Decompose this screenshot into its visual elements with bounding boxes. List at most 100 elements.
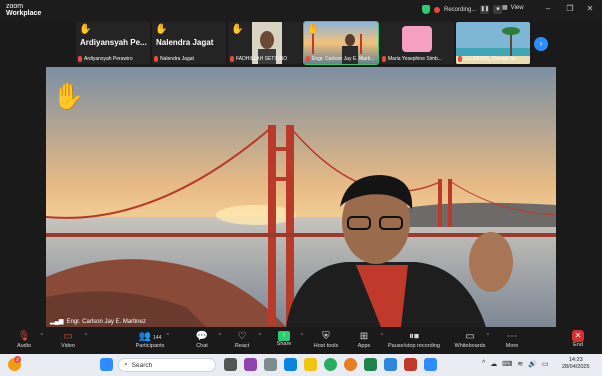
cloud-icon[interactable]: ☁ [490,360,497,368]
video-button[interactable]: ▭ Video ^ [46,330,90,349]
chat-icon: 💬 [195,331,209,342]
chevron-up-icon[interactable]: ^ [41,333,43,339]
participants-icon: 👥 144 [138,331,162,342]
system-tray[interactable]: ^ ☁ ⌨ ≋ 🔊 ▭ [482,360,549,368]
clock-date: 28/04/2025 [562,364,590,370]
react-button[interactable]: ♡ React ^ [220,330,264,349]
excel-icon[interactable] [364,358,377,371]
pause-stop-recording-label: Pause/stop recording [388,343,440,349]
audio-label: Audio [16,343,32,349]
mic-muted-icon [382,56,386,62]
wifi-icon[interactable]: ≋ [517,360,523,368]
record-dot-icon [434,6,440,13]
logo-line1: zoom [6,3,24,10]
participant-thumb-3[interactable]: ✋ FADHILLAH SETIONO [228,22,302,64]
thumb-label: Maria Yosephine Simb... [382,56,442,62]
search-icon: ⌕ [124,361,128,368]
react-label: React [234,343,250,349]
logo-line2: Workplace [6,10,42,17]
participant-thumb-5[interactable]: Maria Yosephine Simb... [380,22,454,64]
whiteboard-icon: ▭ [465,331,475,342]
volume-icon[interactable]: 🔊 [528,360,537,368]
host-tools-label: Host tools [313,343,339,349]
speaker-name: Engr. Carlson Jay E. Martinez [66,318,146,325]
recording-indicator[interactable]: Recording... ❚❚ ■ [422,5,503,14]
recording-label: Recording... [444,6,477,13]
apps-button[interactable]: ⊞ Apps ^ [342,330,386,349]
more-label: More [505,343,519,349]
participants-label: Participants [135,343,165,349]
share-button[interactable]: ↑ Share ^ [262,330,306,347]
chrome-profile-icon[interactable] [344,358,357,371]
settings-app-icon[interactable] [264,358,277,371]
word-icon[interactable] [384,358,397,371]
mic-muted-icon: 🎙 [17,331,31,342]
copilot-icon[interactable] [244,358,257,371]
chevron-up-icon[interactable]: ^ [381,333,383,339]
apps-icon: ⊞ [359,331,369,342]
heart-icon: ♡ [237,331,247,342]
security-shield-icon[interactable] [422,5,430,14]
language-icon[interactable]: ⌨ [502,360,512,368]
thumb-label-text: Engr. Carlson Jay E. Marti... [312,56,375,62]
chat-button[interactable]: 💬 Chat ^ [180,330,224,349]
thumb-big-name: Ardiyansyah Pe... [80,38,147,47]
main-speaker-video: ✋ ▂▄▆ Engr. Carlson Jay E. Martinez [46,67,556,327]
pause-recording-icon[interactable]: ❚❚ [480,5,490,14]
virtual-background [46,67,556,327]
share-label: Share [276,341,292,347]
participants-button[interactable]: 👥 144 Participants ^ [128,330,172,349]
chrome-icon[interactable] [324,358,337,371]
chevron-up-icon[interactable]: ^ [167,333,169,339]
thumb-label-text: 121380055_Diwage Se... [464,56,521,62]
raised-hand-icon: ✋ [155,24,168,35]
view-label: View [510,4,524,11]
pdf-reader-icon[interactable] [404,358,417,371]
file-explorer-icon[interactable] [304,358,317,371]
view-button[interactable]: ▦ View [502,4,524,12]
end-button[interactable]: ✕ End [556,330,600,348]
view-grid-icon: ▦ [502,5,508,11]
windows-start-icon[interactable] [100,358,113,371]
chevron-up-icon[interactable]: ^ [301,333,303,339]
chevron-up-icon[interactable]: ^ [85,333,87,339]
whiteboards-label: Whiteboards [454,343,486,349]
audio-button[interactable]: 🎙 Audio ^ [2,330,46,349]
participant-strip: ✋ Ardiyansyah Pe... Ardiyansyah Perawiro… [76,21,530,66]
task-view-icon[interactable] [224,358,237,371]
speaker-label: ▂▄▆ Engr. Carlson Jay E. Martinez [50,318,146,326]
edge-icon[interactable] [284,358,297,371]
battery-icon[interactable]: ▭ [542,360,549,368]
pause-stop-recording-button[interactable]: ⏸⏹ Pause/stop recording [384,330,444,349]
taskbar-clock[interactable]: 14:23 28/04/2025 [562,357,590,371]
zoom-app-icon[interactable] [424,358,437,371]
more-button[interactable]: ⋯ More [490,330,534,349]
windows-taskbar: 2 ⌕ Search ^ ☁ ⌨ ≋ 🔊 ▭ 14:23 28/04/2025 [0,354,602,376]
clock-time: 14:23 [568,357,583,363]
next-page-arrow-icon[interactable]: › [534,37,548,51]
taskbar-search[interactable]: ⌕ Search [118,358,216,372]
pause-stop-icon: ⏸⏹ [409,331,419,342]
participant-thumb-2[interactable]: ✋ Nalendra Jagat Nalendra Jagat [152,22,226,64]
chevron-up-icon[interactable]: ^ [482,360,485,368]
mic-muted-icon [458,56,462,62]
video-label: Video [61,343,75,349]
participant-thumb-6[interactable]: 121380055_Diwage Se... [456,22,530,64]
zoom-window: zoom Workplace Recording... ❚❚ ■ ▦ View … [0,0,602,376]
stop-recording-icon[interactable]: ■ [493,5,503,14]
signal-bars-icon: ▂▄▆ [50,319,64,325]
chevron-up-icon[interactable]: ^ [487,333,489,339]
participant-thumb-1[interactable]: ✋ Ardiyansyah Pe... Ardiyansyah Perawiro [76,22,150,64]
minimize-icon[interactable]: – [538,4,558,13]
thumb-label-text: Nalendra Jagat [160,56,194,62]
mic-muted-icon [154,56,158,62]
mic-muted-icon [230,56,234,62]
participant-thumb-4[interactable]: ✋ Engr. Carlson Jay E. Marti... [303,21,379,65]
thumb-label: 121380055_Diwage Se... [458,56,520,62]
whiteboards-button[interactable]: ▭ Whiteboards ^ [448,330,492,349]
video-off-icon: ▭ [63,331,73,342]
meeting-toolbar: 🎙 Audio ^ ▭ Video ^ 👥 144 Participants ^ … [0,328,602,354]
restore-icon[interactable]: ❐ [560,4,580,13]
close-icon[interactable]: ✕ [580,4,600,13]
chevron-up-icon[interactable]: ^ [259,333,261,339]
